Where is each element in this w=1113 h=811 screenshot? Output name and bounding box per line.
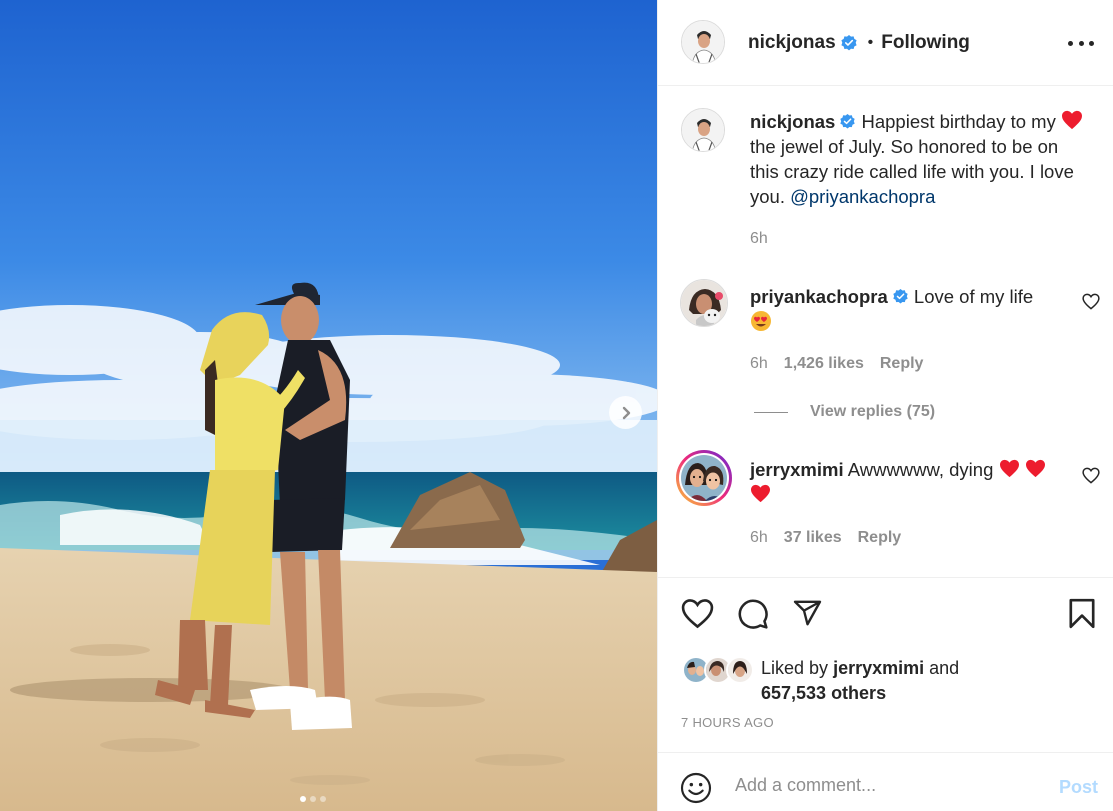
following-button[interactable]: Following [881,32,970,54]
more-options-button[interactable] [1068,30,1094,56]
commenter-avatar[interactable] [676,450,732,506]
post-comment-button[interactable]: Post [1059,777,1098,798]
author-avatar-image [682,21,724,63]
carousel-indicator [300,796,326,802]
commenter-avatar-image [681,455,727,501]
red-heart-emoji-icon [999,459,1019,478]
caption-avatar-image [682,109,724,151]
comment-item: jerryxmimi Awwwwww, dying 6h 37 likes Re… [658,448,1113,558]
post-actions: Liked by jerryxmimi and 657,533 others 7… [658,577,1113,753]
liked-by-avatars[interactable] [682,656,754,686]
comment-likes[interactable]: 1,426 likes [784,355,864,373]
comment-text: priyankachopra Love of my life [750,284,1085,334]
red-heart-emoji-icon [751,484,770,503]
post-side-panel: nickjonas • Following nickjonas Happiest… [657,0,1113,811]
caption-text-before: Happiest birthday to my [861,111,1056,132]
caption-meta: 6h [750,230,768,248]
comment-time[interactable]: 6h [750,529,768,547]
emoji-icon[interactable] [680,772,712,804]
more-icon [1068,40,1073,46]
caption-time[interactable]: 6h [750,230,768,248]
caption-username[interactable]: nickjonas [750,111,835,132]
comment-like-heart-icon[interactable] [1082,467,1100,484]
comment-likes[interactable]: 37 likes [784,529,842,547]
carousel-dot [320,796,326,802]
comment-icon[interactable] [737,598,769,630]
author-avatar[interactable] [681,20,725,64]
chevron-right-icon [622,406,630,419]
verified-icon [840,113,856,129]
bookmark-icon[interactable] [1068,598,1096,629]
comment-meta: 6h 1,426 likes Reply [750,355,923,373]
liked-by-text: Liked by jerryxmimi and 657,533 others [761,656,959,706]
comment-body: Love of my life [913,286,1034,307]
liker-avatar [726,656,754,684]
more-icon [1089,40,1094,46]
header-separator: • [867,34,874,51]
comment-text: jerryxmimi Awwwwww, dying [750,457,1085,507]
red-heart-emoji-icon [1061,110,1082,130]
likes-count-link[interactable]: 657,533 others [761,683,886,703]
liked-by-conjunction: and [929,658,960,678]
comment-username[interactable]: jerryxmimi [750,459,844,480]
beach-photo [0,0,657,811]
red-heart-emoji-icon [1025,459,1045,478]
verified-icon [893,288,908,304]
reply-button[interactable]: Reply [880,355,924,373]
comment-input[interactable] [735,775,1035,796]
view-replies-label: View replies (75) [810,403,936,420]
comment-body: Awwwwww, dying [847,459,994,480]
commenter-avatar[interactable] [680,279,728,327]
carousel-dot [310,796,316,802]
caption-avatar[interactable] [681,108,725,152]
caption-text: nickjonas Happiest birthday to my the je… [750,109,1085,209]
commenter-avatar-image [681,280,727,326]
comment-composer: Post [658,752,1113,811]
caption-mention-link[interactable]: @priyankachopra [790,186,935,207]
header-title: nickjonas • Following [748,32,970,54]
share-icon[interactable] [792,598,823,628]
caption: nickjonas Happiest birthday to my the je… [658,100,1113,260]
more-icon [1078,40,1084,46]
comment-meta: 6h 37 likes Reply [750,529,901,547]
liked-by-user[interactable]: jerryxmimi [833,658,924,678]
carousel-next-button[interactable] [609,396,642,429]
comment-like-heart-icon[interactable] [1082,293,1100,310]
liked-by-prefix: Liked by [761,658,829,678]
reply-button[interactable]: Reply [858,529,902,547]
author-username[interactable]: nickjonas [748,32,836,54]
replies-divider [754,411,788,413]
post-header: nickjonas • Following [658,0,1113,86]
post-photo[interactable] [0,0,657,811]
verified-icon [841,35,857,51]
post-timestamp[interactable]: 7 HOURS AGO [681,715,774,730]
carousel-dot [300,796,306,802]
like-heart-icon[interactable] [681,598,714,629]
comment-time[interactable]: 6h [750,355,768,373]
heart-eyes-emoji-icon [751,311,771,331]
comment-username[interactable]: priyankachopra [750,286,888,307]
avatar-ring-inner [679,453,729,503]
view-replies-button[interactable]: View replies (75) [754,403,935,421]
liker-avatar-image [728,658,752,682]
